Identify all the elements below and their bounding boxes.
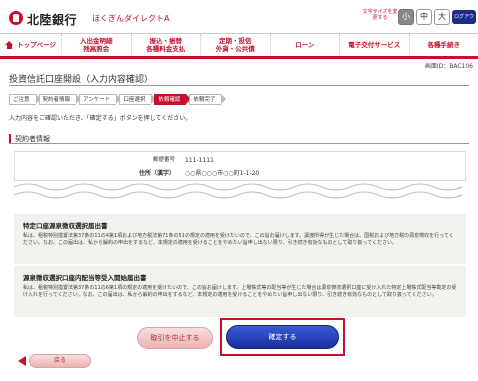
nav-item-investment[interactable]: 定期・投信 外貨・公共債 (201, 34, 271, 56)
step-questionnaire: アンケート (79, 94, 122, 105)
step-account-selection: 口座選択 (119, 94, 157, 105)
dividend-acceptance-notice-box: 源泉徴収選択口座内配当等受入開始届出書 私は、租税特別措置法第37条の11の6第… (14, 266, 466, 317)
address-label: 住所（漢字） (138, 170, 175, 177)
global-nav: トップページ 入出金明細 残高照会 振込・振替 各種料金支払 定期・投信 外貨・… (0, 33, 478, 59)
title-divider (9, 85, 469, 86)
postal-label: 郵便番号 (152, 157, 175, 163)
font-size-large-button[interactable]: 大 (434, 9, 450, 25)
tax-selection-notice-box: 特定口座源泉徴収選択届出書 私は、租税特別措置法第37条の11の4第1項および地… (14, 214, 466, 264)
back-arrow-icon (18, 356, 26, 366)
nav-item-label: トップページ (17, 41, 56, 49)
nav-item-label: ローン (295, 41, 315, 49)
nav-item-label: 電子交付サービス (348, 41, 401, 49)
instruction-text: 入力内容をご確認いただき、「確定する」ボタンを押してください。 (9, 115, 192, 122)
home-icon (5, 41, 14, 49)
nav-item-procedures[interactable]: 各種手続き (410, 34, 478, 56)
nav-item-e-delivery[interactable]: 電子交付サービス (340, 34, 410, 56)
service-name: ほくぎんダイレクトA (92, 14, 170, 23)
postal-row: 郵便番号 111-1111 (15, 156, 467, 165)
step-request-complete: 依頼完了 (189, 94, 227, 105)
font-size-small-button[interactable]: 小 (398, 9, 414, 25)
nav-item-loan[interactable]: ローン (271, 34, 340, 56)
nav-item-label: 入出金明細 残高照会 (80, 37, 113, 53)
doc-text: 私は、租税特別措置法第37条の11の4第1項および地方税法第71条の51の規定の… (23, 233, 454, 246)
cancel-transaction-button[interactable]: 取引を中止する (137, 327, 213, 349)
nav-item-top-page[interactable]: トップページ (0, 34, 62, 56)
step-request-confirm: 依頼確認 (154, 94, 192, 105)
font-size-note: 文字サイズを変更する (362, 9, 398, 21)
step-notice: ご注意 (9, 94, 40, 105)
page-title: 投資信託口座開設（入力内容確認） (9, 75, 154, 85)
section-divider (9, 143, 469, 144)
logout-button[interactable]: ログアウト (452, 10, 476, 34)
nav-item-label: 定期・投信 外貨・公共債 (215, 37, 255, 53)
doc-text: 私は、租税特別措置法第37条の11の6第1項の規定の適用を受けたいので、この旨お… (23, 285, 457, 298)
confirm-button[interactable]: 確定する (226, 325, 339, 349)
font-size-medium-button[interactable]: 中 (416, 9, 432, 25)
content-omitted-wave (14, 183, 463, 199)
header: 北陸銀行 ほくぎんダイレクトA 文字サイズを変更する 小 中 大 ログアウト (0, 0, 478, 34)
bank-name: 北陸銀行 (27, 13, 78, 27)
nav-item-balance[interactable]: 入出金明細 残高照会 (62, 34, 132, 56)
contractor-info-box: 郵便番号 111-1111 住所（漢字） ○○県○○○市○○町1-1-20 (14, 151, 466, 181)
nav-item-transfer[interactable]: 振込・振替 各種料金支払 (132, 34, 201, 56)
doc-title: 源泉徴収選択口座内配当等受入開始届出書 (23, 274, 147, 282)
step-indicator: ご注意 契約者情報 アンケート 口座選択 依頼確認 依頼完了 (9, 94, 227, 105)
nav-item-label: 振込・振替 各種料金支払 (146, 37, 186, 53)
nav-item-label: 各種手続き (427, 41, 461, 49)
step-contractor-info: 契約者情報 (38, 94, 81, 105)
bank-logo-icon (9, 11, 23, 25)
doc-title: 特定口座源泉徴収選択届出書 (23, 222, 108, 230)
address-row: 住所（漢字） ○○県○○○市○○町1-1-20 (15, 169, 467, 178)
address-value: ○○県○○○市○○町1-1-20 (185, 170, 260, 177)
back-button[interactable]: 戻る (29, 354, 91, 368)
postal-value: 111-1111 (185, 157, 214, 164)
screen-id: 画面ID：BAC106 (424, 63, 473, 70)
